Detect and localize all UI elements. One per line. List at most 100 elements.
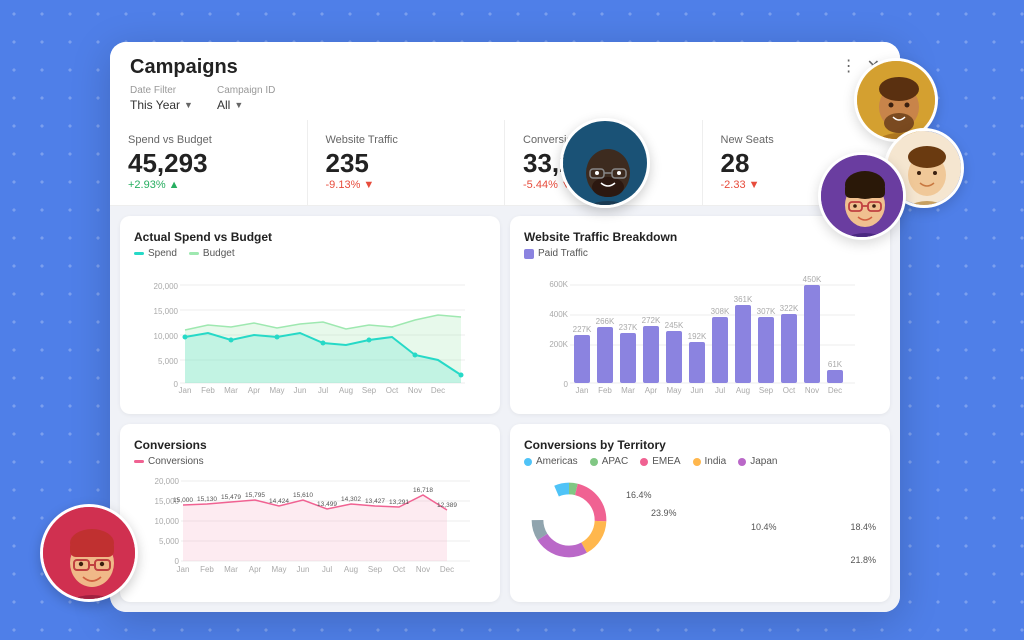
japan-legend-label: Japan — [750, 456, 777, 467]
svg-text:Nov: Nov — [408, 386, 422, 395]
label-emea-pct: 21.8% — [850, 555, 876, 565]
legend-paid-traffic: Paid Traffic — [524, 248, 588, 259]
conversions-chart-svg: 0 5,000 10,000 15,000 20,000 15,000 15,1… — [134, 473, 486, 583]
japan-legend-color — [738, 458, 746, 466]
filters-row: Date Filter This Year ▼ Campaign ID All … — [130, 85, 880, 120]
charts-bottom-row: Conversions Conversions 0 5,000 10,000 1… — [110, 424, 900, 612]
svg-text:361K: 361K — [734, 295, 753, 304]
svg-text:15,610: 15,610 — [293, 492, 313, 499]
svg-text:May: May — [666, 386, 681, 395]
territory-chart-card: Conversions by Territory Americas APAC E… — [510, 424, 890, 602]
svg-text:15,795: 15,795 — [245, 492, 265, 499]
svg-text:15,000: 15,000 — [154, 307, 179, 316]
svg-text:12,389: 12,389 — [437, 502, 457, 509]
svg-text:5,000: 5,000 — [159, 537, 180, 546]
conversions-legend-label: Conversions — [148, 456, 204, 467]
conversions-chart-title: Conversions — [134, 438, 486, 452]
emea-legend-color — [640, 458, 648, 466]
spend-chart-svg: 0 5,000 10,000 15,000 20,000 — [134, 265, 486, 395]
svg-text:Jan: Jan — [177, 565, 190, 574]
svg-text:15,000: 15,000 — [173, 497, 193, 504]
svg-text:Aug: Aug — [736, 386, 750, 395]
legend-budget: Budget — [189, 248, 235, 259]
svg-text:Apr: Apr — [248, 386, 261, 395]
more-options-button[interactable]: ⋮ — [841, 56, 857, 76]
svg-text:May: May — [271, 565, 286, 574]
svg-text:Feb: Feb — [201, 386, 215, 395]
svg-text:15,479: 15,479 — [221, 494, 241, 501]
svg-text:Sep: Sep — [759, 386, 774, 395]
svg-text:13,427: 13,427 — [365, 498, 385, 505]
label-americas-pct: 18.4% — [850, 522, 876, 532]
svg-text:Mar: Mar — [621, 386, 635, 395]
avatar-woman-bottom — [40, 504, 138, 602]
traffic-chart-title: Website Traffic Breakdown — [524, 230, 876, 244]
spend-legend-label: Spend — [148, 248, 177, 259]
donut-container: 18.4% 10.4% 21.8% 16.4% 23.9% — [524, 475, 876, 565]
conversions-chart-card: Conversions Conversions 0 5,000 10,000 1… — [120, 424, 500, 602]
legend-conversions: Conversions — [134, 456, 204, 467]
legend-americas: Americas — [524, 456, 578, 467]
spend-chart-legend: Spend Budget — [134, 248, 486, 259]
svg-text:20,000: 20,000 — [154, 282, 179, 291]
svg-text:Oct: Oct — [386, 386, 399, 395]
svg-text:Sep: Sep — [368, 565, 383, 574]
svg-text:200K: 200K — [549, 340, 568, 349]
spend-chart-card: Actual Spend vs Budget Spend Budget — [120, 216, 500, 414]
svg-text:Aug: Aug — [344, 565, 358, 574]
date-filter-select[interactable]: This Year ▼ — [130, 98, 193, 112]
traffic-chart-legend: Paid Traffic — [524, 248, 876, 259]
kpi-label-3: New Seats — [721, 134, 883, 146]
spend-chart-title: Actual Spend vs Budget — [134, 230, 486, 244]
svg-text:Dec: Dec — [431, 386, 445, 395]
apac-legend-label: APAC — [602, 456, 629, 467]
paid-traffic-legend-color — [524, 249, 534, 259]
svg-text:Aug: Aug — [339, 386, 353, 395]
campaign-id-select[interactable]: All ▼ — [217, 98, 275, 112]
kpi-row: Spend vs Budget 45,293 +2.93% ▲ Website … — [110, 120, 900, 206]
kpi-label-0: Spend vs Budget — [128, 134, 289, 146]
avatar-woman-glasses — [818, 152, 906, 240]
dashboard-header: Campaigns ⋮ ✕ Date Filter This Year ▼ Ca… — [110, 42, 900, 120]
svg-text:13,499: 13,499 — [317, 501, 337, 508]
svg-text:322K: 322K — [780, 304, 799, 313]
kpi-spend-vs-budget: Spend vs Budget 45,293 +2.93% ▲ — [110, 120, 308, 205]
svg-text:Jul: Jul — [318, 386, 328, 395]
svg-text:Jun: Jun — [294, 386, 307, 395]
svg-text:Jul: Jul — [715, 386, 725, 395]
date-filter-value: This Year — [130, 98, 180, 112]
svg-text:Oct: Oct — [783, 386, 796, 395]
dashboard-panel: Campaigns ⋮ ✕ Date Filter This Year ▼ Ca… — [110, 42, 900, 612]
svg-text:600K: 600K — [549, 280, 568, 289]
svg-text:Jan: Jan — [179, 386, 192, 395]
svg-text:Nov: Nov — [416, 565, 430, 574]
svg-text:Mar: Mar — [224, 565, 238, 574]
traffic-chart-svg: 0 200K 400K 600K 227K 266K 237K — [524, 265, 876, 395]
svg-text:Apr: Apr — [645, 386, 658, 395]
legend-spend: Spend — [134, 248, 177, 259]
kpi-change-1: -9.13% ▼ — [326, 179, 487, 191]
avatar-black-man — [560, 118, 650, 208]
emea-legend-label: EMEA — [652, 456, 680, 467]
svg-text:0: 0 — [564, 380, 569, 389]
legend-emea: EMEA — [640, 456, 680, 467]
kpi-label-1: Website Traffic — [326, 134, 487, 146]
svg-text:10,000: 10,000 — [155, 517, 180, 526]
svg-text:272K: 272K — [642, 316, 661, 325]
territory-chart-title: Conversions by Territory — [524, 438, 876, 452]
svg-text:15,130: 15,130 — [197, 496, 217, 503]
legend-japan: Japan — [738, 456, 777, 467]
svg-text:Sep: Sep — [362, 386, 377, 395]
territory-legend: Americas APAC EMEA India Japan — [524, 456, 876, 467]
svg-text:61K: 61K — [828, 360, 843, 369]
svg-text:20,000: 20,000 — [155, 477, 180, 486]
svg-text:14,302: 14,302 — [341, 496, 361, 503]
svg-text:Apr: Apr — [249, 565, 262, 574]
svg-text:237K: 237K — [619, 323, 638, 332]
conversions-chart-legend: Conversions — [134, 456, 486, 467]
svg-text:Feb: Feb — [598, 386, 612, 395]
svg-text:227K: 227K — [573, 325, 592, 334]
svg-text:192K: 192K — [688, 332, 707, 341]
svg-text:Dec: Dec — [828, 386, 842, 395]
svg-text:Nov: Nov — [805, 386, 819, 395]
